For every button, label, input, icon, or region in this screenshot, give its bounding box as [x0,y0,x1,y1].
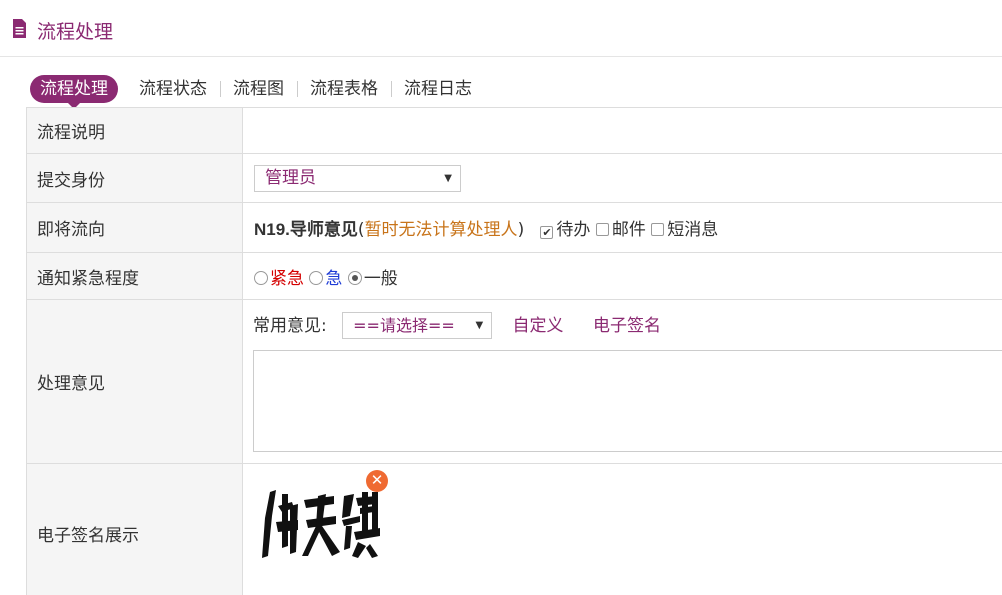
signature-display: ✕ [254,468,394,578]
tab-diagram[interactable]: 流程图 [220,79,297,99]
row-opinion: 处理意见 常用意见: ==请选择== ▼ 自定义 电子签名 [26,299,1002,464]
hurry-radio[interactable] [309,270,324,285]
identity-label: 提交身份 [26,153,243,203]
opinion-textarea[interactable] [253,350,1002,452]
sms-label: 短消息 [667,220,719,240]
document-icon [13,19,26,38]
next-step-label: 即将流向 [26,202,243,253]
common-opinion-value: ==请选择== [353,316,455,335]
opinion-label: 处理意见 [26,299,243,464]
identity-select[interactable]: 管理员 ▼ [254,164,461,192]
page-title: 流程处理 [37,21,114,43]
tab-table[interactable]: 流程表格 [297,79,391,99]
tab-status[interactable]: 流程状态 [126,79,220,99]
sms-checkbox[interactable] [651,223,665,236]
normal-label: 一般 [363,268,398,289]
tab-bar: 流程处理 流程状态 流程图 流程表格 流程日志 [30,72,485,109]
chevron-down-icon: ▼ [475,320,484,331]
identity-select-value: 管理员 [265,167,316,188]
tab-log[interactable]: 流程日志 [391,79,485,99]
row-urgency: 通知紧急程度 紧急 急 一般 [26,252,1002,300]
urgency-label: 通知紧急程度 [26,252,243,300]
chevron-down-icon: ▼ [444,172,452,184]
email-label: 邮件 [611,220,646,240]
custom-opinion-link[interactable]: 自定义 [513,316,564,336]
next-step-note: 暂时无法计算处理人 [364,220,518,240]
row-identity: 提交身份 管理员 ▼ [26,153,1002,203]
normal-radio[interactable] [347,270,362,285]
process-form: 流程说明 提交身份 管理员 ▼ 即将流向 N19.导师意见(暂时无法计算处理人)… [26,107,1002,595]
signature-image [262,490,380,558]
email-checkbox[interactable] [595,223,609,236]
common-opinion-select[interactable]: ==请选择== ▼ [342,312,493,339]
urgent-label: 紧急 [270,268,304,289]
row-next-step: 即将流向 N19.导师意见(暂时无法计算处理人) ✔ 待办 邮件 短消息 [26,202,1002,253]
todo-checkbox[interactable]: ✔ [540,226,554,239]
urgent-radio[interactable] [254,270,268,285]
todo-label: 待办 [556,220,591,240]
page-header: 流程处理 [0,0,1002,57]
row-description: 流程说明 [26,107,1002,154]
paren-close: ) [517,220,525,240]
description-value [242,107,1002,154]
e-signature-link[interactable]: 电子签名 [593,316,661,336]
close-circle-icon[interactable]: ✕ [366,470,388,492]
common-opinion-label: 常用意见: [253,316,327,336]
row-signature: 电子签名展示 ✕ [26,463,1002,595]
description-label: 流程说明 [26,107,243,154]
paren-open: ( [357,220,365,240]
hurry-label: 急 [325,268,343,289]
next-step-target: N19.导师意见 [254,220,358,239]
signature-label: 电子签名展示 [26,463,243,595]
tab-process[interactable]: 流程处理 [30,75,118,109]
